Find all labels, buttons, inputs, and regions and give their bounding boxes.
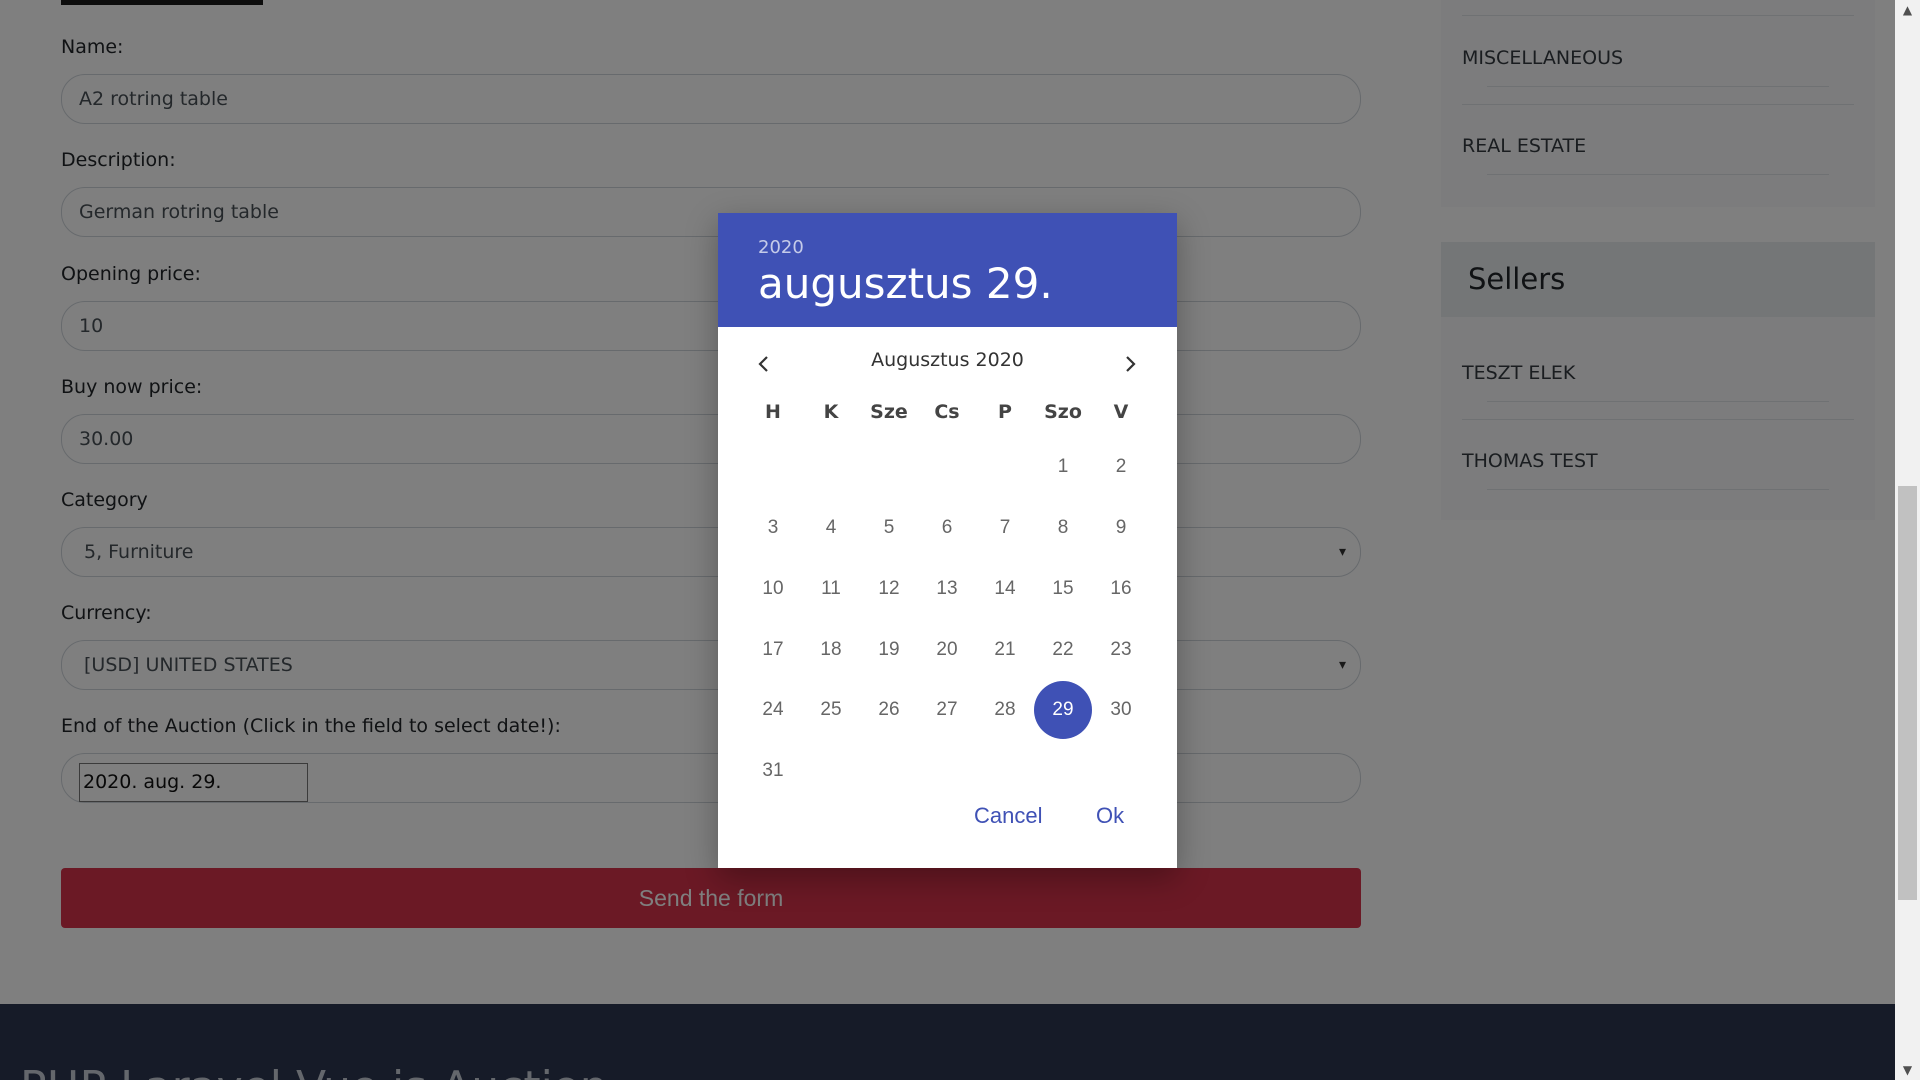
calendar-day[interactable]: 11 <box>802 560 860 618</box>
calendar-day[interactable]: 25 <box>802 681 860 739</box>
date-picker-selected-date: augusztus 29. <box>758 259 1053 308</box>
weekday-label: Szo <box>1044 401 1082 423</box>
ok-button[interactable]: Ok <box>1096 803 1124 829</box>
date-picker-dialog: 2020 augusztus 29. Augusztus 2020 H K Sz… <box>718 213 1177 868</box>
month-label: Augusztus 2020 <box>871 349 1024 371</box>
calendar-day[interactable]: 13 <box>918 560 976 618</box>
weekday-label: V <box>1113 401 1129 423</box>
calendar-day[interactable]: 22 <box>1034 621 1092 679</box>
chevron-right-icon <box>1126 355 1136 372</box>
calendar-day[interactable]: 3 <box>744 499 802 557</box>
calendar-day[interactable]: 19 <box>860 621 918 679</box>
calendar-day[interactable]: 21 <box>976 621 1034 679</box>
calendar-day[interactable]: 6 <box>918 499 976 557</box>
calendar-day[interactable]: 9 <box>1092 499 1150 557</box>
weekday-label: K <box>823 401 839 423</box>
scrollbar-thumb[interactable] <box>1898 486 1917 900</box>
date-picker-year[interactable]: 2020 <box>758 237 804 258</box>
calendar-day[interactable]: 4 <box>802 499 860 557</box>
weekday-label: Cs <box>934 401 960 423</box>
calendar-day[interactable]: 27 <box>918 681 976 739</box>
calendar-day[interactable]: 23 <box>1092 621 1150 679</box>
calendar-day[interactable]: 17 <box>744 621 802 679</box>
calendar-day[interactable]: 7 <box>976 499 1034 557</box>
cancel-button[interactable]: Cancel <box>974 803 1042 829</box>
weekday-label: H <box>765 401 781 423</box>
calendar-day[interactable]: 28 <box>976 681 1034 739</box>
calendar-day[interactable]: 8 <box>1034 499 1092 557</box>
calendar-day[interactable]: 18 <box>802 621 860 679</box>
calendar-day[interactable]: 10 <box>744 560 802 618</box>
calendar-day[interactable]: 31 <box>744 742 802 800</box>
calendar-day[interactable]: 30 <box>1092 681 1150 739</box>
calendar-day[interactable]: 1 <box>1034 438 1092 496</box>
calendar-day[interactable]: 2 <box>1092 438 1150 496</box>
calendar-day[interactable]: 14 <box>976 560 1034 618</box>
calendar-day[interactable]: 16 <box>1092 560 1150 618</box>
calendar-day[interactable]: 15 <box>1034 560 1092 618</box>
calendar-day-selected[interactable]: 29 <box>1034 681 1092 739</box>
calendar-day[interactable]: 5 <box>860 499 918 557</box>
weekday-label: Sze <box>870 401 908 423</box>
calendar-day[interactable]: 26 <box>860 681 918 739</box>
date-picker-header: 2020 augusztus 29. <box>718 213 1177 327</box>
scroll-up-arrow-icon[interactable]: ▲ <box>1895 0 1920 20</box>
weekday-label: P <box>998 401 1012 423</box>
calendar-day[interactable]: 12 <box>860 560 918 618</box>
calendar-day[interactable]: 24 <box>744 681 802 739</box>
calendar-day[interactable]: 20 <box>918 621 976 679</box>
scroll-down-arrow-icon[interactable]: ▼ <box>1895 1060 1920 1080</box>
next-month-button[interactable] <box>1110 345 1150 385</box>
